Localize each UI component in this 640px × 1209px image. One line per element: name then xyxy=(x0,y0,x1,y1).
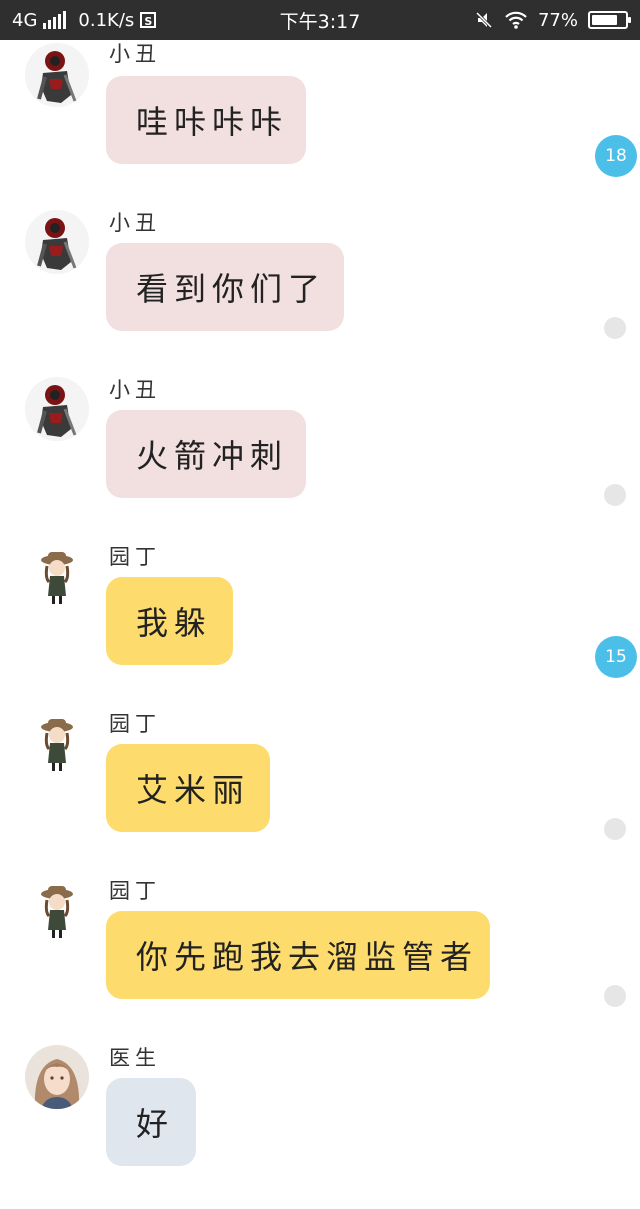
status-right: 77% xyxy=(474,0,631,40)
unread-count-badge[interactable]: 15 xyxy=(595,636,637,678)
message-bubble[interactable]: 我躲 xyxy=(106,577,233,665)
battery-percent: 77% xyxy=(537,9,578,31)
message-bubble[interactable]: 哇咔咔咔 xyxy=(106,76,306,164)
message-item: 园丁你先跑我去溜监管者 xyxy=(0,875,640,1042)
message-bubble[interactable]: 火箭冲刺 xyxy=(106,410,306,498)
sender-name: 医生 xyxy=(109,1046,161,1070)
sender-name: 小丑 xyxy=(109,211,161,235)
message-bubble[interactable]: 看到你们了 xyxy=(106,243,344,331)
avatar-gardener[interactable] xyxy=(25,544,89,608)
avatar-doctor[interactable] xyxy=(25,1045,89,1109)
message-bubble[interactable]: 你先跑我去溜监管者 xyxy=(106,911,490,999)
sender-name: 小丑 xyxy=(109,42,161,66)
message-item: 小丑 火箭冲刺 xyxy=(0,374,640,541)
status-dot-icon xyxy=(604,317,626,339)
avatar-gardener[interactable] xyxy=(25,711,89,775)
message-item: 小丑哇咔咔咔 18 xyxy=(0,40,640,207)
sender-name: 园丁 xyxy=(109,545,161,569)
avatar-joker[interactable] xyxy=(25,210,89,274)
sender-name: 园丁 xyxy=(109,879,161,903)
status-bar: 4G 0.1K/s S 下午3:17 77% xyxy=(0,0,640,40)
status-dot-icon xyxy=(604,484,626,506)
unread-count-badge[interactable]: 18 xyxy=(595,135,637,177)
message-item: 园丁 艾米丽 xyxy=(0,708,640,875)
wifi-icon xyxy=(505,11,527,29)
battery-icon xyxy=(588,11,631,29)
sender-name: 园丁 xyxy=(109,712,161,736)
message-item: 园丁我躲 15 xyxy=(0,541,640,708)
message-item: 医生好 xyxy=(0,1042,640,1209)
mute-icon xyxy=(475,11,493,29)
message-bubble[interactable]: 好 xyxy=(106,1078,196,1166)
avatar-joker[interactable] xyxy=(25,377,89,441)
status-dot-icon xyxy=(604,818,626,840)
message-bubble[interactable]: 艾米丽 xyxy=(106,744,270,832)
avatar-gardener[interactable] xyxy=(25,878,89,942)
message-item: 小丑 看到你们了 xyxy=(0,207,640,374)
avatar-joker[interactable] xyxy=(25,43,89,107)
status-dot-icon xyxy=(604,985,626,1007)
sender-name: 小丑 xyxy=(109,378,161,402)
